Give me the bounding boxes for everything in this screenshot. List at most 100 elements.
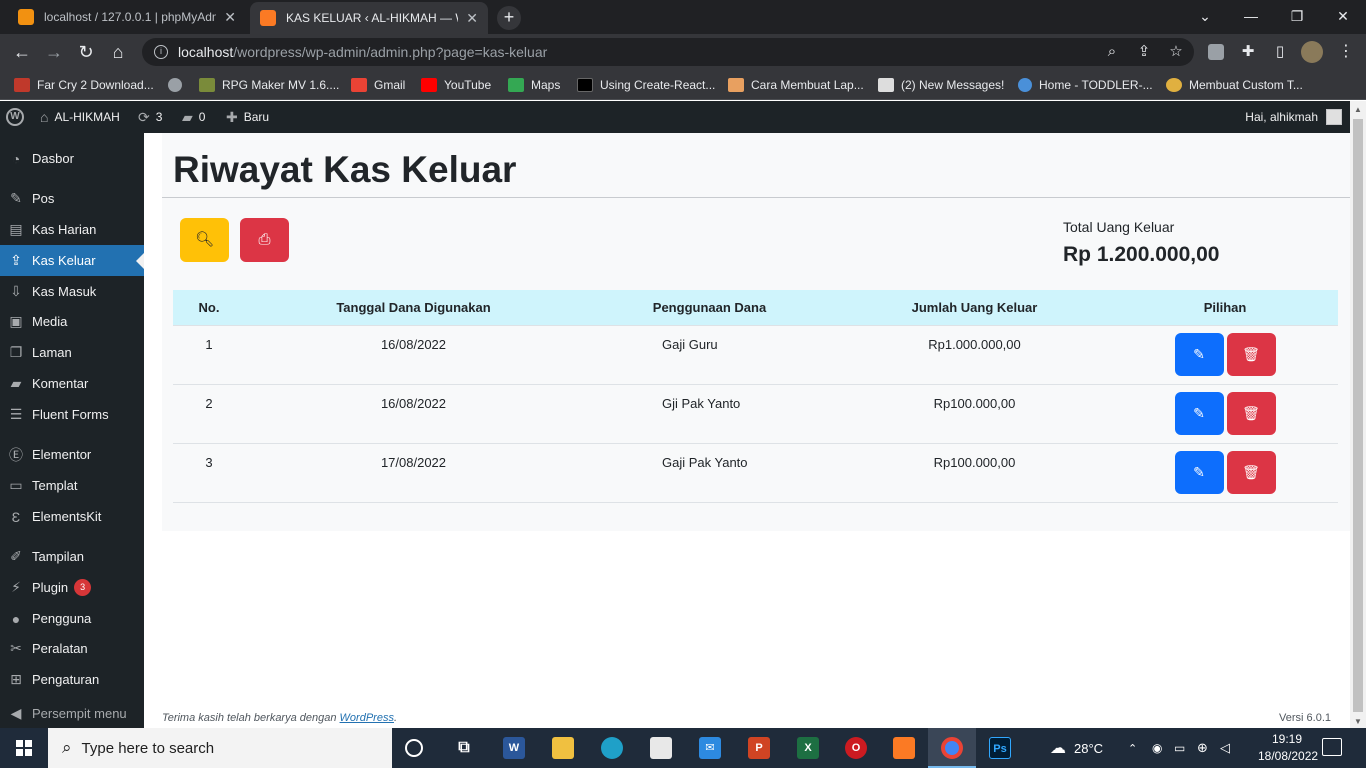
extension-icon[interactable] (1208, 44, 1224, 60)
bookmark-rpgmaker[interactable]: RPG Maker MV 1.6.... (199, 76, 339, 94)
menu-elementskit[interactable]: Ɛ ElementsKit (0, 501, 144, 532)
address-bar[interactable]: i localhost/wordpress/wp-admin/admin.php… (142, 38, 1194, 66)
file-explorer-icon[interactable] (552, 737, 574, 759)
edit-button[interactable]: ✎ (1174, 391, 1224, 435)
battery-icon[interactable]: ▭ (1174, 728, 1185, 768)
menu-pengguna[interactable]: ● Pengguna (0, 603, 144, 634)
menu-kas-harian[interactable]: ▤ Kas Harian (0, 214, 144, 245)
bookmark-maps[interactable]: Maps (508, 76, 560, 94)
mail-icon[interactable]: ✉ (699, 737, 721, 759)
excel-icon[interactable]: X (797, 737, 819, 759)
header-pilihan: Pilihan (1112, 290, 1338, 326)
dashboard-icon: ◔ (11, 150, 21, 167)
microsoft-store-icon[interactable] (650, 737, 672, 759)
menu-peralatan[interactable]: ✂ Peralatan (0, 633, 144, 664)
weather-widget[interactable]: ☁ 28°C (1050, 728, 1103, 768)
wordpress-link[interactable]: WordPress (340, 712, 394, 724)
minimize-button[interactable]: — (1228, 0, 1274, 34)
edit-button[interactable]: ✎ (1174, 450, 1224, 494)
scroll-down-arrow[interactable]: ▼ (1350, 717, 1366, 726)
word-icon[interactable]: W (503, 737, 525, 759)
scroll-up-arrow[interactable]: ▲ (1350, 105, 1366, 114)
notification-center-icon[interactable] (1322, 738, 1342, 756)
menu-kas-masuk[interactable]: ⇩ Kas Masuk (0, 276, 144, 307)
bookmark-new-messages[interactable]: (2) New Messages! (878, 76, 1004, 94)
my-account-link[interactable]: Hai, alhikmah (1245, 101, 1342, 133)
task-view-icon[interactable]: ⧉ (453, 737, 475, 759)
share-icon[interactable]: ⇪ (1132, 40, 1156, 64)
menu-pos[interactable]: ✎ Pos (0, 183, 144, 214)
search-button[interactable]: 🔍︎ (180, 218, 229, 262)
cortana-icon[interactable] (405, 739, 423, 757)
close-window-button[interactable]: ✕ (1320, 0, 1366, 34)
delete-button[interactable]: 🗑︎ (1226, 391, 1276, 435)
taskbar-clock[interactable]: 19:19 18/08/2022 (1258, 731, 1318, 765)
delete-button[interactable]: 🗑︎ (1226, 450, 1276, 494)
volume-icon[interactable]: ◁ (1220, 728, 1230, 768)
bookmark-membuat-custom[interactable]: Membuat Custom T... (1166, 76, 1303, 94)
browser-menu-icon[interactable]: ⋮ (1334, 40, 1358, 64)
menu-dasbor[interactable]: ◔ Dasbor (0, 143, 144, 174)
bookmark-youtube[interactable]: YouTube (421, 76, 491, 94)
header-tanggal: Tanggal Dana Digunakan (245, 290, 582, 326)
settings-icon: ⊞ (10, 671, 22, 687)
comments-link[interactable]: ▰ 0 (182, 101, 205, 133)
menu-fluent-forms[interactable]: ☰ Fluent Forms (0, 399, 144, 430)
start-button[interactable] (0, 728, 48, 768)
close-tab-icon[interactable]: ✕ (466, 10, 478, 27)
menu-elementor[interactable]: Ⓔ Elementor (0, 439, 144, 470)
network-icon[interactable]: ⊕ (1197, 728, 1208, 768)
delete-button[interactable]: 🗑︎ (1226, 332, 1276, 376)
wordpress-logo-icon[interactable]: W (6, 101, 24, 133)
restore-button[interactable]: ❐ (1274, 0, 1320, 34)
menu-laman[interactable]: ❐ Laman (0, 337, 144, 368)
site-info-icon[interactable]: i (154, 45, 168, 59)
extensions-puzzle-icon[interactable]: ✚ (1236, 40, 1260, 64)
edge-icon[interactable] (601, 737, 623, 759)
site-name-link[interactable]: ⌂ AL-HIKMAH (40, 101, 120, 133)
profile-avatar[interactable] (1301, 41, 1323, 63)
menu-tampilan[interactable]: ✐ Tampilan (0, 541, 144, 572)
scroll-thumb[interactable] (1353, 119, 1363, 712)
back-button[interactable]: ← (10, 40, 34, 64)
reload-button[interactable]: ↻ (74, 40, 98, 64)
collapse-menu-button[interactable]: ◀ Persempit menu (0, 698, 144, 729)
page-scrollbar[interactable]: ▲ ▼ (1350, 101, 1366, 728)
print-button[interactable]: ⎙ (240, 218, 289, 262)
powerpoint-icon[interactable]: P (748, 737, 770, 759)
bookmark-cara-membuat[interactable]: Cara Membuat Lap... (728, 76, 864, 94)
bookmark-star-icon[interactable]: ☆ (1164, 40, 1188, 64)
browser-tab-kas-keluar[interactable]: KAS KELUAR ‹ AL-HIKMAH — WordPress ✕ (250, 2, 488, 34)
windows-logo-icon (16, 740, 32, 756)
browser-tab-phpmyadmin[interactable]: localhost / 127.0.0.1 | phpMyAdmin ✕ (8, 0, 246, 34)
bookmark-gmail[interactable]: Gmail (351, 76, 405, 94)
bookmark-globe[interactable] (168, 76, 189, 94)
tab-search-button[interactable]: ⌄ (1182, 0, 1228, 34)
forward-button[interactable]: → (42, 40, 66, 64)
taskbar-search-box[interactable]: ⌕ Type here to search (48, 728, 392, 768)
menu-komentar[interactable]: ▰ Komentar (0, 368, 144, 399)
new-tab-button[interactable]: + (497, 6, 521, 30)
close-tab-icon[interactable]: ✕ (224, 9, 236, 26)
home-button[interactable]: ⌂ (106, 40, 130, 64)
menu-templat[interactable]: ▭ Templat (0, 470, 144, 501)
phpmyadmin-icon (18, 9, 34, 25)
zoom-search-icon[interactable]: ⌕ (1100, 40, 1124, 64)
side-panel-icon[interactable]: ▯ (1268, 40, 1292, 64)
table-header: No. Tanggal Dana Digunakan Penggunaan Da… (173, 290, 1338, 326)
menu-pengaturan[interactable]: ⊞ Pengaturan (0, 664, 144, 695)
photoshop-icon[interactable]: Ps (989, 737, 1011, 759)
updates-link[interactable]: ⟳ 3 (138, 101, 162, 133)
opera-icon[interactable]: O (845, 737, 867, 759)
menu-media[interactable]: ▣ Media (0, 306, 144, 337)
show-hidden-icons[interactable]: ⌃ (1128, 728, 1137, 768)
bookmark-dev[interactable]: Using Create-React... (577, 76, 715, 94)
edit-button[interactable]: ✎ (1174, 332, 1224, 376)
menu-kas-keluar[interactable]: ⇪ Kas Keluar (0, 245, 144, 276)
xampp-icon[interactable] (893, 737, 915, 759)
menu-plugin[interactable]: ⚡ Plugin 3 (0, 572, 144, 603)
bookmark-toddler[interactable]: Home - TODDLER-... (1018, 76, 1153, 94)
meet-now-icon[interactable]: ◉ (1152, 728, 1162, 768)
bookmark-farcry[interactable]: Far Cry 2 Download... (14, 76, 154, 94)
new-content-link[interactable]: ✚ Baru (226, 101, 269, 133)
